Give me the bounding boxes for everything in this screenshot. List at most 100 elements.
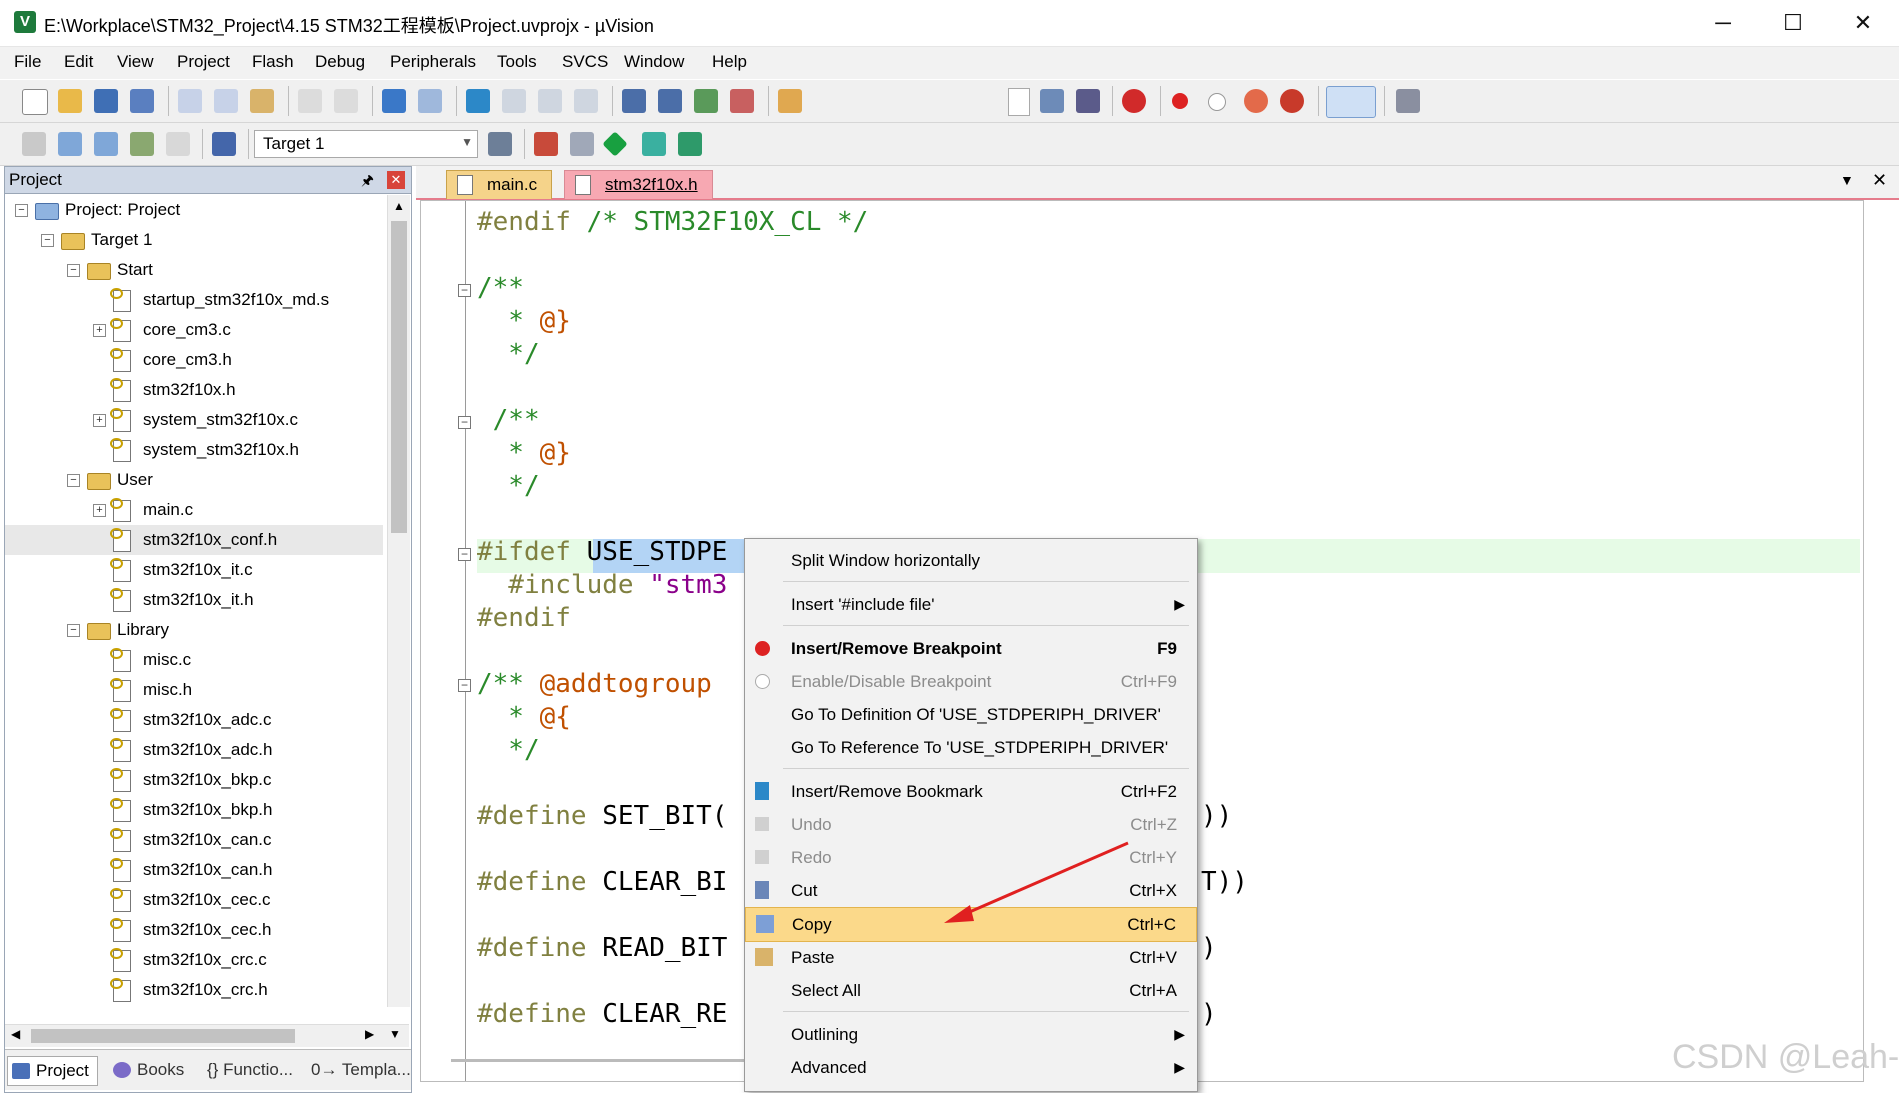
fold-minus-icon[interactable]: − (458, 416, 471, 429)
expand-icon[interactable]: + (93, 504, 106, 517)
tree-item[interactable]: stm32f10x_can.h (5, 855, 383, 885)
stop-build-icon[interactable] (166, 132, 190, 156)
insert-breakpoint-icon[interactable] (1172, 93, 1188, 109)
tree-item[interactable]: − Library (5, 615, 383, 645)
menu-project[interactable]: Project (177, 52, 230, 72)
expand-icon[interactable]: + (93, 324, 106, 337)
tree-item[interactable]: stm32f10x_adc.h (5, 735, 383, 765)
menu-item-insert-include[interactable]: Insert '#include file' ▶ (745, 588, 1197, 621)
tree-item[interactable]: stm32f10x_it.h (5, 585, 383, 615)
manage-multi-project-icon[interactable] (570, 132, 594, 156)
tree-item[interactable]: stm32f10x_it.c (5, 555, 383, 585)
uncomment-icon[interactable] (730, 89, 754, 113)
clear-bookmarks-icon[interactable] (574, 89, 598, 113)
save-all-icon[interactable] (130, 89, 154, 113)
menu-debug[interactable]: Debug (315, 52, 365, 72)
tree-item[interactable]: − User (5, 465, 383, 495)
menu-item-go-to-reference[interactable]: Go To Reference To 'USE_STDPERIPH_DRIVER… (745, 731, 1197, 764)
close-tab-icon[interactable]: ✕ (1872, 170, 1887, 191)
close-panel-icon[interactable]: ✕ (387, 171, 405, 189)
run-time-environment-icon[interactable] (678, 132, 702, 156)
tree-item[interactable]: − Project: Project (5, 195, 383, 225)
tree-vertical-scrollbar[interactable]: ▲ (387, 195, 410, 1007)
next-bookmark-icon[interactable] (538, 89, 562, 113)
fold-minus-icon[interactable]: − (458, 284, 471, 297)
menu-item-select-all[interactable]: Select All Ctrl+A (745, 974, 1197, 1007)
tree-item[interactable]: stm32f10x_bkp.c (5, 765, 383, 795)
tree-item[interactable]: + main.c (5, 495, 383, 525)
tree-item[interactable]: system_stm32f10x.h (5, 435, 383, 465)
close-window-button[interactable]: ✕ (1828, 0, 1898, 46)
disable-all-breakpoints-icon[interactable] (1244, 89, 1268, 113)
paste-icon[interactable] (250, 89, 274, 113)
collapse-icon[interactable]: − (41, 234, 54, 247)
target-options-icon[interactable] (488, 132, 512, 156)
tree-item[interactable]: stm32f10x.h (5, 375, 383, 405)
new-file-icon[interactable] (22, 89, 48, 115)
translate-icon[interactable] (22, 132, 46, 156)
tab-stm32f10x-h[interactable]: stm32f10x.h (564, 170, 713, 199)
previous-bookmark-icon[interactable] (502, 89, 526, 113)
tab-main-c[interactable]: main.c (446, 170, 553, 199)
download-load-icon[interactable] (212, 132, 236, 156)
tree-item[interactable]: stm32f10x_can.c (5, 825, 383, 855)
find-combo-dropdown[interactable] (1008, 88, 1030, 116)
tree-item[interactable]: + system_stm32f10x.c (5, 405, 383, 435)
maximize-button[interactable]: ☐ (1758, 0, 1828, 46)
menu-item-bookmark[interactable]: Insert/Remove Bookmark Ctrl+F2 (745, 775, 1197, 808)
undo-icon[interactable] (298, 89, 322, 113)
comment-icon[interactable] (694, 89, 718, 113)
scroll-up-icon[interactable]: ▲ (393, 199, 405, 213)
menu-item-insert-remove-breakpoint[interactable]: Insert/Remove Breakpoint F9 (745, 632, 1197, 665)
menu-flash[interactable]: Flash (252, 52, 294, 72)
menu-item-enable-disable-breakpoint[interactable]: Enable/Disable Breakpoint Ctrl+F9 (745, 665, 1197, 698)
menu-window[interactable]: Window (624, 52, 684, 72)
tab-list-dropdown-icon[interactable]: ▼ (1840, 172, 1854, 188)
tree-item[interactable]: − Target 1 (5, 225, 383, 255)
incremental-find-icon[interactable] (1076, 89, 1100, 113)
redo-icon[interactable] (334, 89, 358, 113)
pack-installer-icon[interactable] (602, 131, 628, 157)
tree-item[interactable]: startup_stm32f10x_md.s (5, 285, 383, 315)
copy-icon[interactable] (214, 89, 238, 113)
tree-item[interactable]: stm32f10x_bkp.h (5, 795, 383, 825)
window-layout-icon[interactable] (1326, 86, 1376, 118)
unindent-icon[interactable] (658, 89, 682, 113)
rebuild-icon[interactable] (94, 132, 118, 156)
build-icon[interactable] (58, 132, 82, 156)
pin-icon[interactable]: 🖈 (361, 170, 374, 194)
tab-templates[interactable]: 0→ Templa... (285, 1056, 411, 1084)
menu-item-split-window[interactable]: Split Window horizontally (745, 544, 1197, 577)
menu-item-paste[interactable]: Paste Ctrl+V (745, 941, 1197, 974)
navigate-back-icon[interactable] (382, 89, 406, 113)
fold-minus-icon[interactable]: − (458, 548, 471, 561)
collapse-icon[interactable]: − (67, 264, 80, 277)
tree-item[interactable]: stm32f10x_conf.h (5, 525, 383, 555)
menu-item-outlining[interactable]: Outlining ▶ (745, 1018, 1197, 1051)
fold-minus-icon[interactable]: − (458, 679, 471, 692)
find-icon[interactable] (1040, 89, 1064, 113)
tree-hscroll-thumb[interactable] (31, 1029, 295, 1043)
menu-tools[interactable]: Tools (497, 52, 537, 72)
batch-build-icon[interactable] (130, 132, 154, 156)
tree-item[interactable]: stm32f10x_adc.c (5, 705, 383, 735)
menu-view[interactable]: View (117, 52, 154, 72)
collapse-icon[interactable]: − (67, 624, 80, 637)
tree-scroll-thumb[interactable] (391, 221, 407, 533)
tree-item[interactable]: + core_cm3.c (5, 315, 383, 345)
select-packs-icon[interactable] (642, 132, 666, 156)
menu-item-advanced[interactable]: Advanced ▶ (745, 1051, 1197, 1084)
save-icon[interactable] (94, 89, 118, 113)
menu-help[interactable]: Help (712, 52, 747, 72)
navigate-forward-icon[interactable] (418, 89, 442, 113)
open-file-icon[interactable] (58, 89, 82, 113)
tree-item[interactable]: stm32f10x_cec.c (5, 885, 383, 915)
minimize-button[interactable]: ─ (1688, 0, 1758, 46)
tree-item[interactable]: misc.h (5, 675, 383, 705)
debug-session-icon[interactable] (1122, 89, 1146, 113)
kill-all-breakpoints-icon[interactable] (1280, 89, 1304, 113)
tree-item[interactable]: − Start (5, 255, 383, 285)
tree-item[interactable]: misc.c (5, 645, 383, 675)
tab-books[interactable]: Books (109, 1056, 184, 1084)
scroll-down-icon[interactable]: ▼ (389, 1027, 401, 1041)
